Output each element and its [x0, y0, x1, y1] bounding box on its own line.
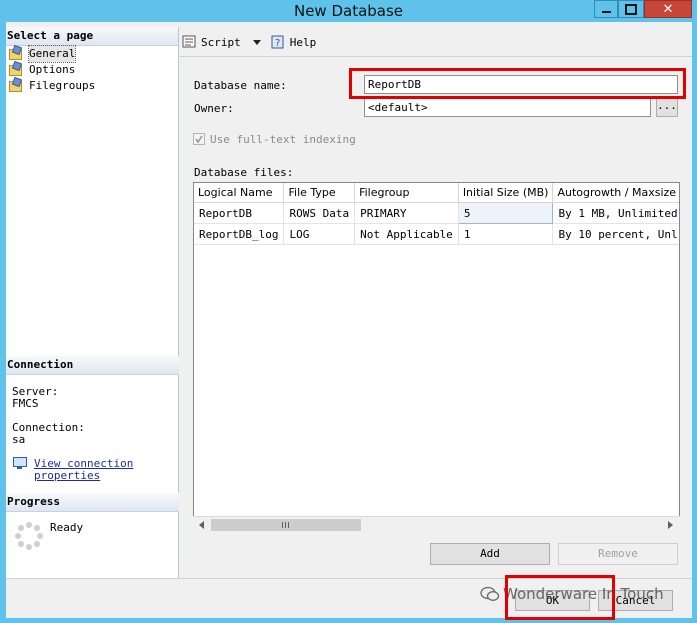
owner-label: Owner:	[194, 102, 234, 115]
window-title: New Database	[293, 2, 404, 20]
scrollbar-thumb[interactable]	[211, 519, 361, 531]
close-icon[interactable]: ✕	[644, 0, 692, 18]
minimize-icon[interactable]	[594, 0, 618, 18]
table-cell[interactable]: LOG	[283, 223, 356, 245]
minimize-glyph	[601, 11, 611, 13]
initial-size-cell[interactable]: 5	[457, 202, 554, 224]
column-header[interactable]: Initial Size (MB)	[458, 183, 554, 203]
database-files-label: Database files:	[194, 166, 294, 179]
table-cell[interactable]: ROWS Data	[283, 202, 356, 224]
progress-status: Ready	[50, 521, 84, 534]
page-item-label: Options	[29, 63, 76, 76]
owner-browse-button[interactable]: ...	[656, 98, 678, 117]
horizontal-scrollbar[interactable]	[193, 516, 680, 534]
fulltext-checkbox[interactable]	[193, 133, 205, 145]
script-button[interactable]: Script	[182, 35, 241, 49]
table-cell[interactable]: By 10 percent, Unl	[552, 223, 679, 245]
page-item-general[interactable]: General	[6, 45, 178, 63]
script-icon	[182, 35, 196, 49]
table-cell[interactable]: ReportDB	[194, 202, 285, 224]
script-dropdown-button[interactable]	[252, 39, 261, 45]
page-item-filegroups[interactable]: Filegroups	[6, 78, 178, 94]
add-button[interactable]: Add	[430, 543, 550, 565]
column-header[interactable]: File Type	[283, 183, 356, 203]
connection-properties-icon	[13, 457, 27, 470]
database-files-table: Logical Name File Type Filegroup Initial…	[194, 183, 679, 245]
help-icon: ?	[271, 35, 285, 49]
connection-header: Connection	[6, 356, 179, 375]
svg-text:?: ?	[275, 38, 280, 49]
table-row[interactable]: ReportDB ROWS Data PRIMARY 5 By 1 MB, Un…	[194, 202, 679, 224]
column-header[interactable]: Logical Name	[194, 183, 285, 203]
table-cell[interactable]: ReportDB_log	[194, 223, 285, 245]
column-header[interactable]: Autogrowth / Maxsize	[552, 183, 679, 203]
maximize-glyph	[625, 3, 637, 15]
database-files-grid[interactable]: Logical Name File Type Filegroup Initial…	[193, 182, 680, 532]
fulltext-label: Use full-text indexing	[210, 133, 356, 146]
page-item-options[interactable]: Options	[6, 62, 178, 78]
wechat-icon	[480, 586, 500, 602]
page-wrench-icon	[9, 80, 23, 92]
table-cell[interactable]: 1	[458, 223, 554, 245]
help-button[interactable]: ? Help	[271, 35, 317, 49]
select-page-header: Select a page	[6, 27, 178, 46]
help-label: Help	[289, 35, 317, 49]
progress-header: Progress	[6, 493, 179, 512]
left-panel: Select a page General Options Filegroups…	[6, 27, 179, 578]
toolbar-divider	[180, 56, 692, 57]
view-connection-properties-link-line2[interactable]: properties	[34, 469, 100, 482]
table-row[interactable]: ReportDB_log LOG Not Applicable 1 By 10 …	[194, 223, 679, 245]
page-wrench-icon	[9, 64, 23, 76]
connection-value: sa	[12, 433, 26, 446]
table-cell[interactable]: PRIMARY	[354, 202, 459, 224]
maximize-icon[interactable]	[618, 0, 644, 18]
owner-input[interactable]: <default>	[364, 98, 651, 117]
server-value: FMCS	[12, 397, 39, 410]
page-item-label: Filegroups	[29, 79, 96, 92]
table-header-row: Logical Name File Type Filegroup Initial…	[194, 183, 679, 203]
scroll-left-icon[interactable]	[195, 519, 207, 531]
highlight-box-database-name	[349, 68, 686, 99]
script-label: Script	[201, 35, 241, 49]
table-cell[interactable]: Not Applicable	[354, 223, 459, 245]
progress-spinner-icon	[14, 521, 44, 551]
toolbar: Script ? Help	[182, 30, 692, 54]
highlight-box-ok	[505, 575, 615, 620]
remove-button: Remove	[558, 543, 678, 565]
table-cell[interactable]: By 1 MB, Unlimited	[552, 202, 679, 224]
column-header[interactable]: Filegroup	[354, 183, 459, 203]
page-item-label: General	[27, 45, 77, 63]
database-name-label: Database name:	[194, 79, 287, 92]
page-wrench-icon	[9, 48, 23, 60]
chevron-down-icon	[252, 39, 261, 45]
scroll-right-icon[interactable]	[664, 519, 676, 531]
